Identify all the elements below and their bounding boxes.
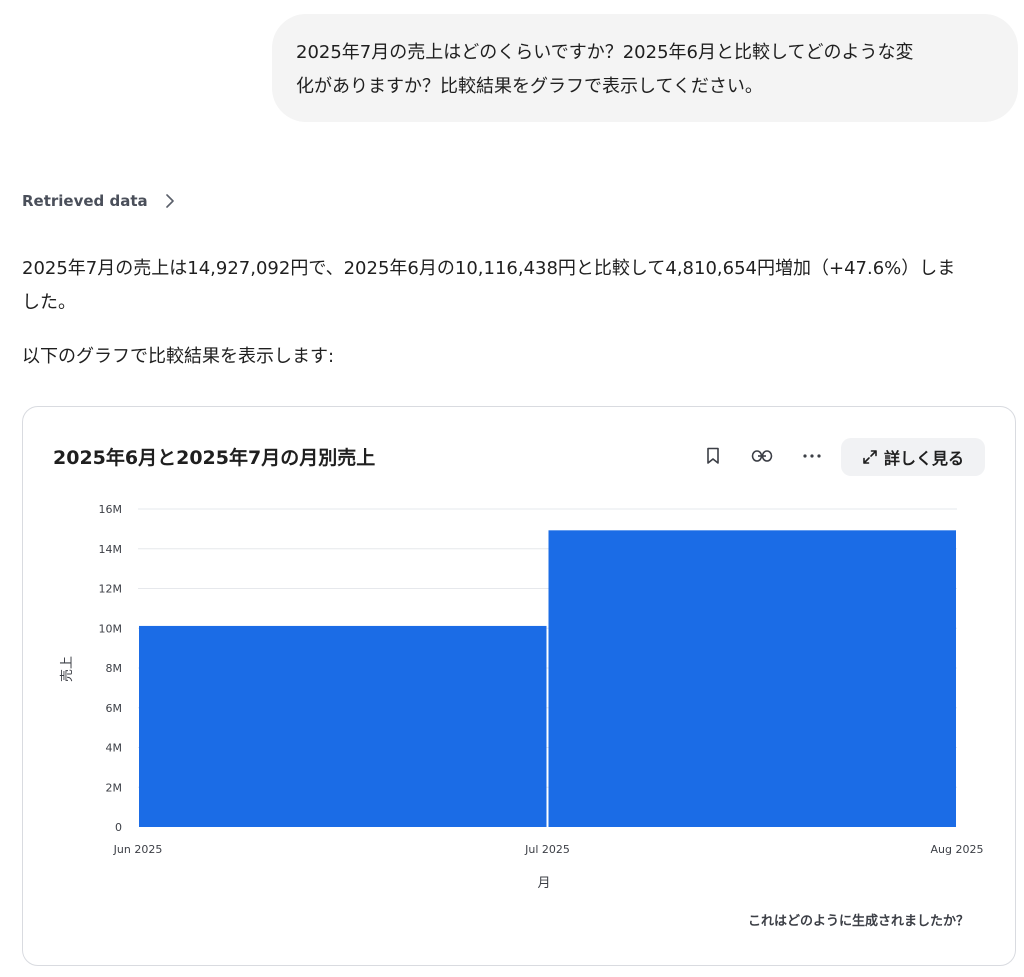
x-axis-label: 月	[537, 876, 550, 891]
y-tick-label: 8M	[106, 662, 123, 675]
x-tick-label: Jun 2025	[113, 843, 163, 856]
y-tick-label: 0	[115, 821, 122, 834]
y-tick-label: 16M	[99, 503, 123, 516]
bar-jun-2025[interactable]	[139, 625, 547, 827]
bar-chart: 0 2M 4M 6M 8M 10M 12M 14M 16M Jun 2025 Jul 2025 Aug…	[59, 503, 984, 891]
user-message-bubble: 2025年7月の売上はどのくらいですか？2025年6月と比較してどのような変 化…	[272, 14, 1018, 122]
y-tick-label: 10M	[99, 622, 123, 635]
answer-line-2: した。	[22, 292, 76, 313]
y-tick-label: 12M	[99, 583, 123, 596]
y-tick-label: 2M	[106, 781, 123, 794]
y-tick-label: 6M	[106, 702, 123, 715]
user-message-line-1: 2025年7月の売上はどのくらいですか？2025年6月と比較してどのような変	[296, 42, 914, 63]
y-axis-label: 売上	[59, 656, 75, 682]
answer-lead-text: 以下のグラフで比較結果を表示します:	[22, 346, 335, 367]
bar-jul-2025[interactable]	[548, 530, 957, 827]
retrieved-data-label: Retrieved data	[22, 192, 148, 210]
how-generated-link[interactable]: これはどのように生成されましたか？	[748, 910, 969, 929]
y-tick-label: 14M	[99, 543, 123, 556]
chevron-right-icon	[165, 194, 174, 208]
assistant-answer: 2025年7月の売上は14,927,092円で、2025年6月の10,116,4…	[22, 252, 1012, 320]
user-message-line-2: 化がありますか？比較結果をグラフで表示してください。	[296, 76, 763, 97]
x-tick-label: Aug 2025	[931, 843, 984, 856]
answer-line-1: 2025年7月の売上は14,927,092円で、2025年6月の10,116,4…	[22, 258, 956, 279]
chart-card: 2025年6月と2025年7月の月別売上 詳しく見る 0 2M 4M 6M 8M 10M 1…	[22, 406, 1016, 966]
x-tick-label: Jul 2025	[524, 843, 570, 856]
y-tick-label: 4M	[106, 742, 123, 755]
retrieved-data-toggle[interactable]: Retrieved data	[22, 192, 176, 210]
